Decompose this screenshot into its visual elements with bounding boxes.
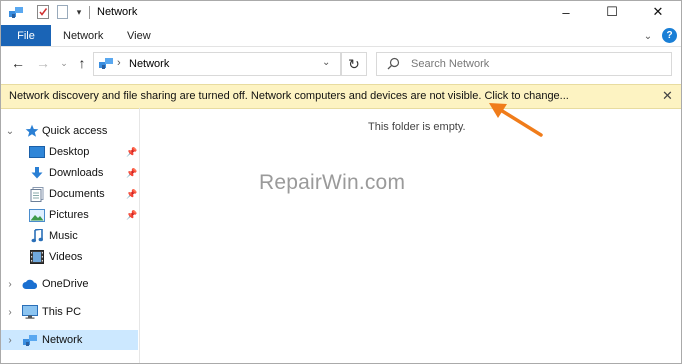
nav-item-documents[interactable]: Documents 📌 bbox=[1, 184, 138, 204]
navigation-pane: ⌄ Quick access Desktop 📌 Downloads 📌 Doc… bbox=[1, 108, 140, 363]
address-bar[interactable]: › Network ⌄ bbox=[93, 52, 341, 76]
tab-view[interactable]: View bbox=[127, 25, 151, 46]
nav-item-label: Pictures bbox=[49, 209, 89, 221]
nav-item-label: Music bbox=[49, 230, 78, 242]
tab-file[interactable]: File bbox=[1, 25, 51, 46]
minimize-icon[interactable]: – bbox=[543, 1, 589, 23]
annotation-arrow bbox=[489, 103, 543, 137]
explorer-window: ▾ Network – ☐ ✕ File Network View ⌄ ? ← … bbox=[0, 0, 682, 364]
expand-chevron-icon[interactable]: › bbox=[5, 335, 15, 346]
star-icon bbox=[24, 123, 40, 139]
nav-item-desktop[interactable]: Desktop 📌 bbox=[1, 142, 138, 162]
collapse-chevron-icon[interactable]: ⌄ bbox=[5, 126, 15, 137]
desktop-folder-icon bbox=[29, 144, 45, 160]
download-icon bbox=[29, 165, 45, 181]
customize-toolbar-icon[interactable]: ▾ bbox=[73, 4, 85, 20]
nav-item-pictures[interactable]: Pictures 📌 bbox=[1, 205, 138, 225]
music-icon bbox=[29, 228, 45, 244]
cloud-icon bbox=[22, 276, 38, 292]
network-discovery-infobar[interactable]: Network discovery and file sharing are t… bbox=[1, 84, 681, 109]
nav-item-downloads[interactable]: Downloads 📌 bbox=[1, 163, 138, 183]
breadcrumb-network[interactable]: Network bbox=[129, 58, 169, 70]
close-icon[interactable]: ✕ bbox=[635, 1, 681, 23]
title-bar: ▾ Network – ☐ ✕ bbox=[1, 1, 681, 23]
nav-item-label: Quick access bbox=[42, 125, 108, 137]
recent-locations-icon[interactable]: ⌄ bbox=[55, 53, 73, 73]
nav-item-this-pc[interactable]: › This PC bbox=[1, 302, 138, 322]
nav-item-label: Desktop bbox=[49, 146, 90, 158]
back-button[interactable]: ← bbox=[9, 53, 27, 73]
address-dropdown-icon[interactable]: ⌄ bbox=[322, 57, 330, 68]
breadcrumb-separator[interactable]: › bbox=[117, 57, 121, 69]
nav-item-network[interactable]: › Network bbox=[1, 330, 138, 350]
title-separator bbox=[89, 6, 90, 19]
up-button[interactable]: ↑ bbox=[73, 53, 91, 73]
nav-item-quick-access[interactable]: ⌄ Quick access bbox=[1, 121, 138, 141]
nav-item-label: Videos bbox=[49, 251, 83, 263]
expand-chevron-icon[interactable]: › bbox=[5, 279, 15, 290]
refresh-button[interactable]: ↻ bbox=[341, 52, 367, 76]
nav-item-label: This PC bbox=[42, 306, 82, 318]
expand-ribbon-icon[interactable]: ⌄ bbox=[641, 29, 655, 43]
network-location-icon bbox=[98, 56, 114, 73]
maximize-icon[interactable]: ☐ bbox=[589, 1, 635, 23]
search-box[interactable]: Search Network bbox=[376, 52, 672, 76]
expand-chevron-icon[interactable]: › bbox=[5, 307, 15, 318]
pin-icon: 📌 bbox=[126, 209, 138, 220]
window-title: Network bbox=[97, 6, 138, 18]
pictures-icon bbox=[29, 207, 45, 223]
nav-item-label: Downloads bbox=[49, 167, 104, 179]
watermark-text: RepairWin.com bbox=[259, 171, 406, 194]
pin-icon: 📌 bbox=[126, 188, 138, 199]
network-icon bbox=[22, 332, 38, 348]
computer-icon bbox=[22, 304, 38, 320]
tab-network[interactable]: Network bbox=[63, 25, 103, 46]
network-app-icon[interactable] bbox=[7, 4, 25, 20]
properties-icon[interactable] bbox=[35, 4, 51, 20]
documents-icon bbox=[29, 186, 45, 202]
pin-icon: 📌 bbox=[126, 167, 138, 178]
search-icon bbox=[387, 57, 400, 73]
nav-item-videos[interactable]: Videos bbox=[1, 247, 138, 267]
nav-item-label: Documents bbox=[49, 188, 105, 200]
infobar-close-icon[interactable]: ✕ bbox=[662, 88, 673, 104]
nav-item-label: OneDrive bbox=[42, 278, 89, 290]
pin-icon: 📌 bbox=[126, 146, 138, 157]
search-placeholder: Search Network bbox=[411, 58, 490, 70]
nav-item-onedrive[interactable]: › OneDrive bbox=[1, 274, 138, 294]
new-folder-icon[interactable] bbox=[55, 4, 69, 20]
help-icon[interactable]: ? bbox=[662, 28, 677, 43]
empty-folder-message: This folder is empty. bbox=[368, 121, 466, 133]
ribbon-tabs: File Network View ⌄ ? bbox=[1, 25, 681, 47]
forward-button[interactable]: → bbox=[34, 53, 52, 73]
videos-icon bbox=[29, 249, 45, 265]
nav-item-music[interactable]: Music bbox=[1, 226, 138, 246]
nav-item-label: Network bbox=[42, 334, 83, 346]
